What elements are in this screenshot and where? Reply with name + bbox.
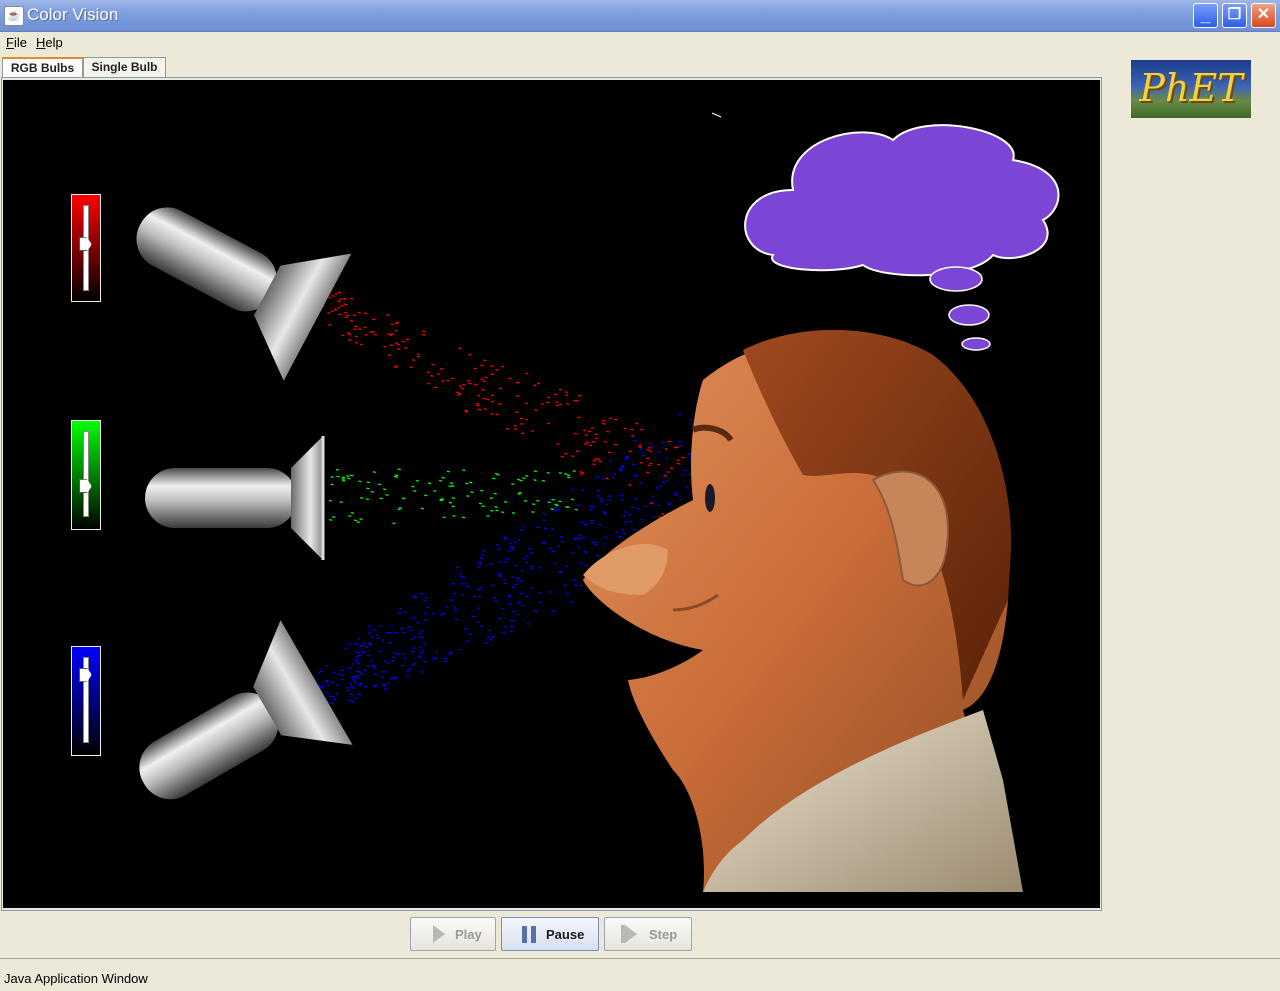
status-text: Java Application Window bbox=[4, 971, 148, 986]
close-button[interactable]: ✕ bbox=[1251, 3, 1276, 28]
play-button[interactable]: Play bbox=[410, 917, 496, 951]
thought-bubble bbox=[744, 124, 1060, 351]
phet-logo-text: PhET bbox=[1139, 66, 1243, 110]
red-flashlight bbox=[136, 207, 352, 381]
green-flashlight bbox=[145, 436, 325, 560]
red-intensity-slider[interactable] bbox=[71, 194, 101, 302]
step-icon bbox=[625, 925, 637, 943]
java-app-icon[interactable]: ☕ bbox=[4, 6, 24, 26]
menu-bar: File Help bbox=[0, 32, 1280, 54]
simulation-canvas bbox=[3, 80, 1100, 908]
blue-slider-thumb[interactable] bbox=[79, 667, 92, 682]
title-bar: ☕ Color Vision _ ❐ ✕ bbox=[0, 0, 1280, 32]
red-slider-thumb[interactable] bbox=[79, 237, 92, 252]
play-icon bbox=[433, 925, 445, 943]
play-label: Play bbox=[455, 927, 482, 942]
green-intensity-slider[interactable] bbox=[71, 420, 101, 530]
window-title: Color Vision bbox=[27, 5, 119, 24]
stray-photon bbox=[711, 112, 722, 118]
viewer-head bbox=[583, 329, 1023, 892]
green-photon-stream bbox=[328, 468, 578, 525]
simulation-scene bbox=[136, 112, 1060, 892]
status-bar: Java Application Window bbox=[0, 958, 1280, 991]
phet-logo[interactable]: PhET bbox=[1131, 60, 1251, 118]
green-slider-thumb[interactable] bbox=[79, 479, 92, 494]
blue-intensity-slider[interactable] bbox=[71, 646, 101, 756]
green-slider-track bbox=[83, 431, 89, 517]
maximize-button[interactable]: ❐ bbox=[1222, 3, 1247, 28]
blue-flashlight bbox=[139, 620, 353, 800]
minimize-button[interactable]: _ bbox=[1193, 3, 1218, 28]
step-button[interactable]: Step bbox=[604, 917, 692, 951]
red-photon-stream bbox=[299, 278, 690, 523]
pause-button[interactable]: Pause bbox=[501, 917, 599, 951]
menu-file[interactable]: File bbox=[6, 35, 27, 50]
menu-help[interactable]: Help bbox=[36, 35, 63, 50]
step-label: Step bbox=[649, 927, 678, 942]
pause-icon bbox=[522, 926, 536, 943]
tab-rgb-bulbs[interactable]: RGB Bulbs bbox=[2, 57, 83, 78]
pause-label: Pause bbox=[546, 927, 585, 942]
tab-single-bulb[interactable]: Single Bulb bbox=[83, 57, 166, 77]
